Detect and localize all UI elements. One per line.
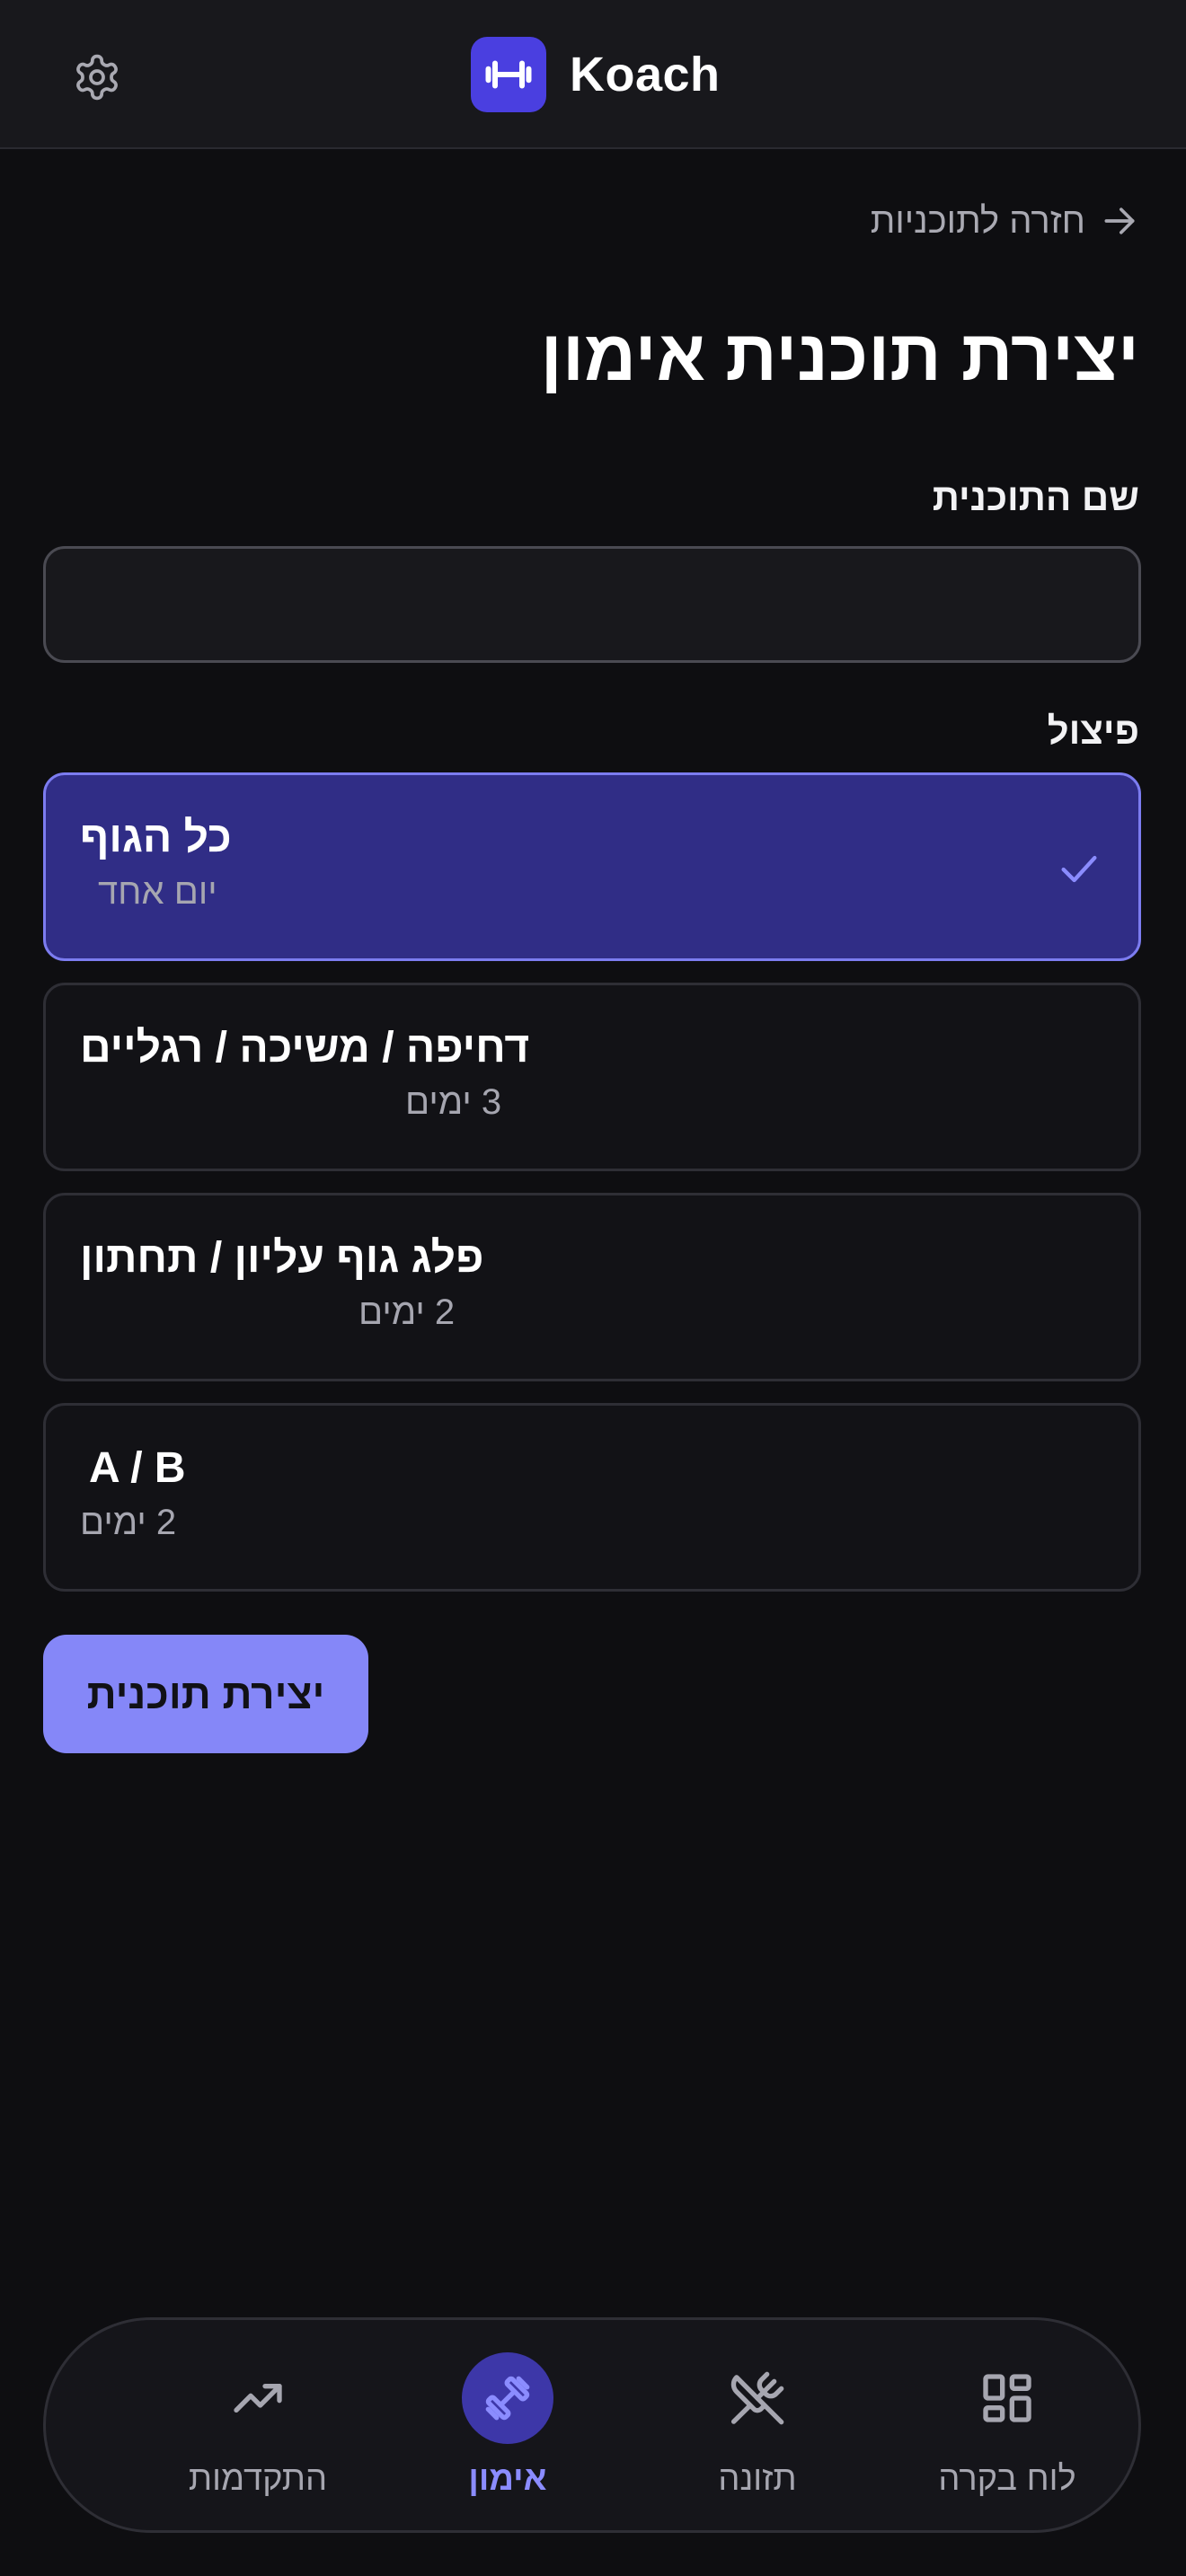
split-option-title: כל הגוף xyxy=(80,814,232,861)
nav-icon-container xyxy=(212,2352,304,2444)
split-option-title: דחיפה / משיכה / רגליים xyxy=(80,1024,530,1072)
check-icon xyxy=(1061,855,1097,883)
app-logo xyxy=(471,37,546,112)
split-option-subtitle: 3 ימים xyxy=(405,1082,502,1122)
nav-label: תזונה xyxy=(718,2460,797,2498)
settings-button[interactable] xyxy=(66,47,128,108)
split-option-title: A / B xyxy=(89,1444,186,1492)
split-option-subtitle: 2 ימים xyxy=(80,1503,177,1542)
plan-name-label: שם התוכנית xyxy=(932,476,1139,518)
back-to-plans-link[interactable]: חזרה לתוכניות xyxy=(871,194,1139,248)
split-label: פיצול xyxy=(1047,710,1139,752)
bottom-nav: התקדמות אימון תזונה לוח בקרה xyxy=(43,2317,1141,2533)
split-option-subtitle: יום אחד xyxy=(98,872,217,912)
create-plan-button[interactable]: יצירת תוכנית xyxy=(43,1635,368,1753)
split-option-a-b[interactable]: A / B 2 ימים xyxy=(43,1403,1141,1592)
nav-label: אימון xyxy=(468,2460,547,2498)
nav-item-progress[interactable]: התקדמות xyxy=(132,2320,384,2536)
split-option-subtitle: 2 ימים xyxy=(358,1292,456,1332)
nav-item-workout[interactable]: אימון xyxy=(382,2320,633,2536)
nav-label: לוח בקרה xyxy=(938,2460,1076,2498)
plan-name-input[interactable] xyxy=(43,546,1141,663)
nav-item-nutrition[interactable]: תזונה xyxy=(632,2320,883,2536)
dumbbell-icon xyxy=(485,60,532,89)
brand: Koach xyxy=(471,36,721,113)
trending-up-icon xyxy=(234,2384,282,2413)
nav-icon-container xyxy=(462,2352,553,2444)
back-link-label: חזרה לתוכניות xyxy=(870,200,1085,241)
nav-item-dashboard[interactable]: לוח בקרה xyxy=(881,2320,1133,2536)
nav-label: התקדמות xyxy=(188,2460,328,2498)
split-option-title: פלג גוף עליון / תחתון xyxy=(80,1234,484,1282)
dumbbell-icon xyxy=(485,2376,530,2421)
utensils-crossed-icon xyxy=(730,2371,784,2425)
gear-icon xyxy=(76,54,118,101)
page-title: יצירת תוכנית אימון xyxy=(540,315,1139,395)
app-name: Koach xyxy=(570,48,721,101)
split-option-upper-lower[interactable]: פלג גוף עליון / תחתון 2 ימים xyxy=(43,1193,1141,1381)
arrow-right-icon xyxy=(1104,207,1135,234)
split-option-push-pull-legs[interactable]: דחיפה / משיכה / רגליים 3 ימים xyxy=(43,983,1141,1171)
top-bar: Koach xyxy=(0,0,1186,149)
split-option-full-body[interactable]: כל הגוף יום אחד xyxy=(43,772,1141,961)
dashboard-grid-icon xyxy=(983,2374,1031,2422)
nav-icon-container xyxy=(961,2352,1053,2444)
nav-icon-container xyxy=(712,2352,803,2444)
